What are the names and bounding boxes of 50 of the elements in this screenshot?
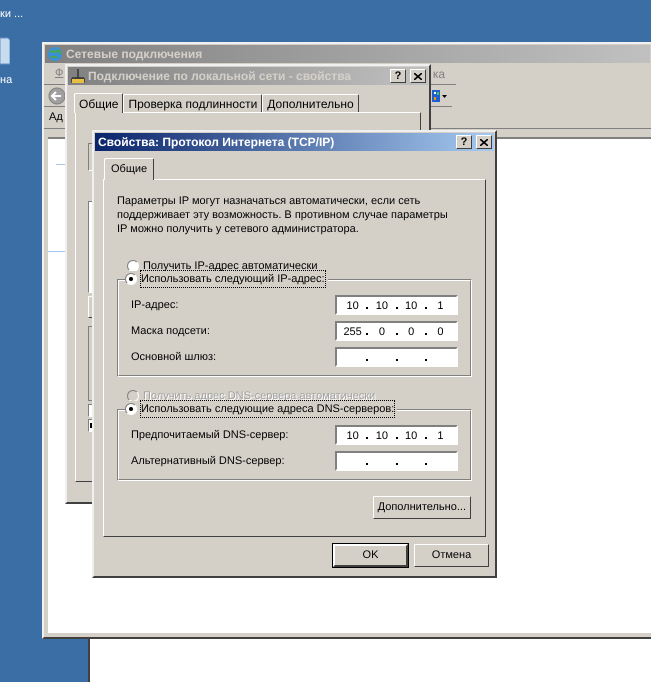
views-menu-icon: [432, 88, 448, 102]
ip-octet: 0: [407, 325, 416, 338]
ip-octet: 0: [436, 325, 444, 338]
ok-button[interactable]: OK: [333, 544, 408, 567]
ip-address-field[interactable]: 10 10 10 1: [335, 295, 458, 315]
ip-address-field[interactable]: 255 0 0 0: [335, 321, 458, 341]
field-label: Маска подсети:: [131, 324, 210, 339]
radio-button[interactable]: [125, 273, 137, 285]
desktop-icon-label[interactable]: ки ...: [0, 6, 24, 22]
help-button[interactable]: ?: [456, 135, 472, 149]
close-icon: [414, 72, 422, 80]
ip-octet: 1: [436, 429, 444, 442]
address-label: Ад: [49, 110, 63, 126]
tab[interactable]: Общие: [104, 158, 154, 180]
field-label: Альтернативный DNS-сервер:: [131, 454, 285, 469]
ip-octet: 10: [346, 299, 360, 312]
field-label: IP-адрес:: [131, 298, 178, 313]
ip-octet: 10: [404, 429, 418, 442]
globe-icon: [47, 46, 63, 62]
ip-address-field[interactable]: 10 10 10 1: [335, 425, 458, 445]
close-button[interactable]: [410, 69, 426, 83]
help-button[interactable]: ?: [390, 69, 406, 83]
tab[interactable]: Общие: [74, 93, 124, 113]
window-title: Свойства: Протокол Интернета (TCP/IP): [98, 134, 336, 151]
advanced-button[interactable]: Дополнительно...: [372, 496, 471, 519]
tab[interactable]: Дополнительно: [262, 94, 359, 112]
desktop-shortcut-icon: [0, 36, 10, 66]
ip-octet: 1: [436, 299, 444, 312]
ip-octet: 0: [378, 325, 386, 338]
radio-button[interactable]: [125, 403, 137, 415]
ip-octet: 10: [374, 429, 389, 442]
field-label: Основной шлюз:: [131, 350, 216, 365]
description-text: Параметры IP могут назначаться автоматически, если сеть поддерживает эту возможность. В противном случае параметры IP можно получить у сетевого администратора.: [117, 194, 449, 236]
network-icon: [70, 68, 86, 84]
desktop-icon-label[interactable]: на: [0, 72, 12, 88]
ip-octet: 10: [404, 299, 418, 312]
checkbox[interactable]: [88, 404, 92, 417]
close-icon: [480, 138, 488, 146]
ip-octet: 10: [346, 429, 360, 442]
window-title: Сетевые подключения: [66, 46, 202, 63]
ip-octet: 10: [374, 299, 389, 312]
field-label: Предпочитаемый DNS-сервер:: [131, 428, 288, 443]
radio-button[interactable]: [127, 260, 139, 272]
close-button[interactable]: [476, 135, 492, 149]
cancel-button[interactable]: Отмена: [414, 544, 489, 567]
radio-label[interactable]: Получить IP-адрес автоматически: [143, 258, 318, 274]
ip-address-field[interactable]: [335, 347, 458, 367]
tab[interactable]: Проверка подлинности: [123, 94, 262, 112]
ip-octet: 255: [342, 325, 363, 338]
ip-address-field[interactable]: [335, 451, 458, 471]
